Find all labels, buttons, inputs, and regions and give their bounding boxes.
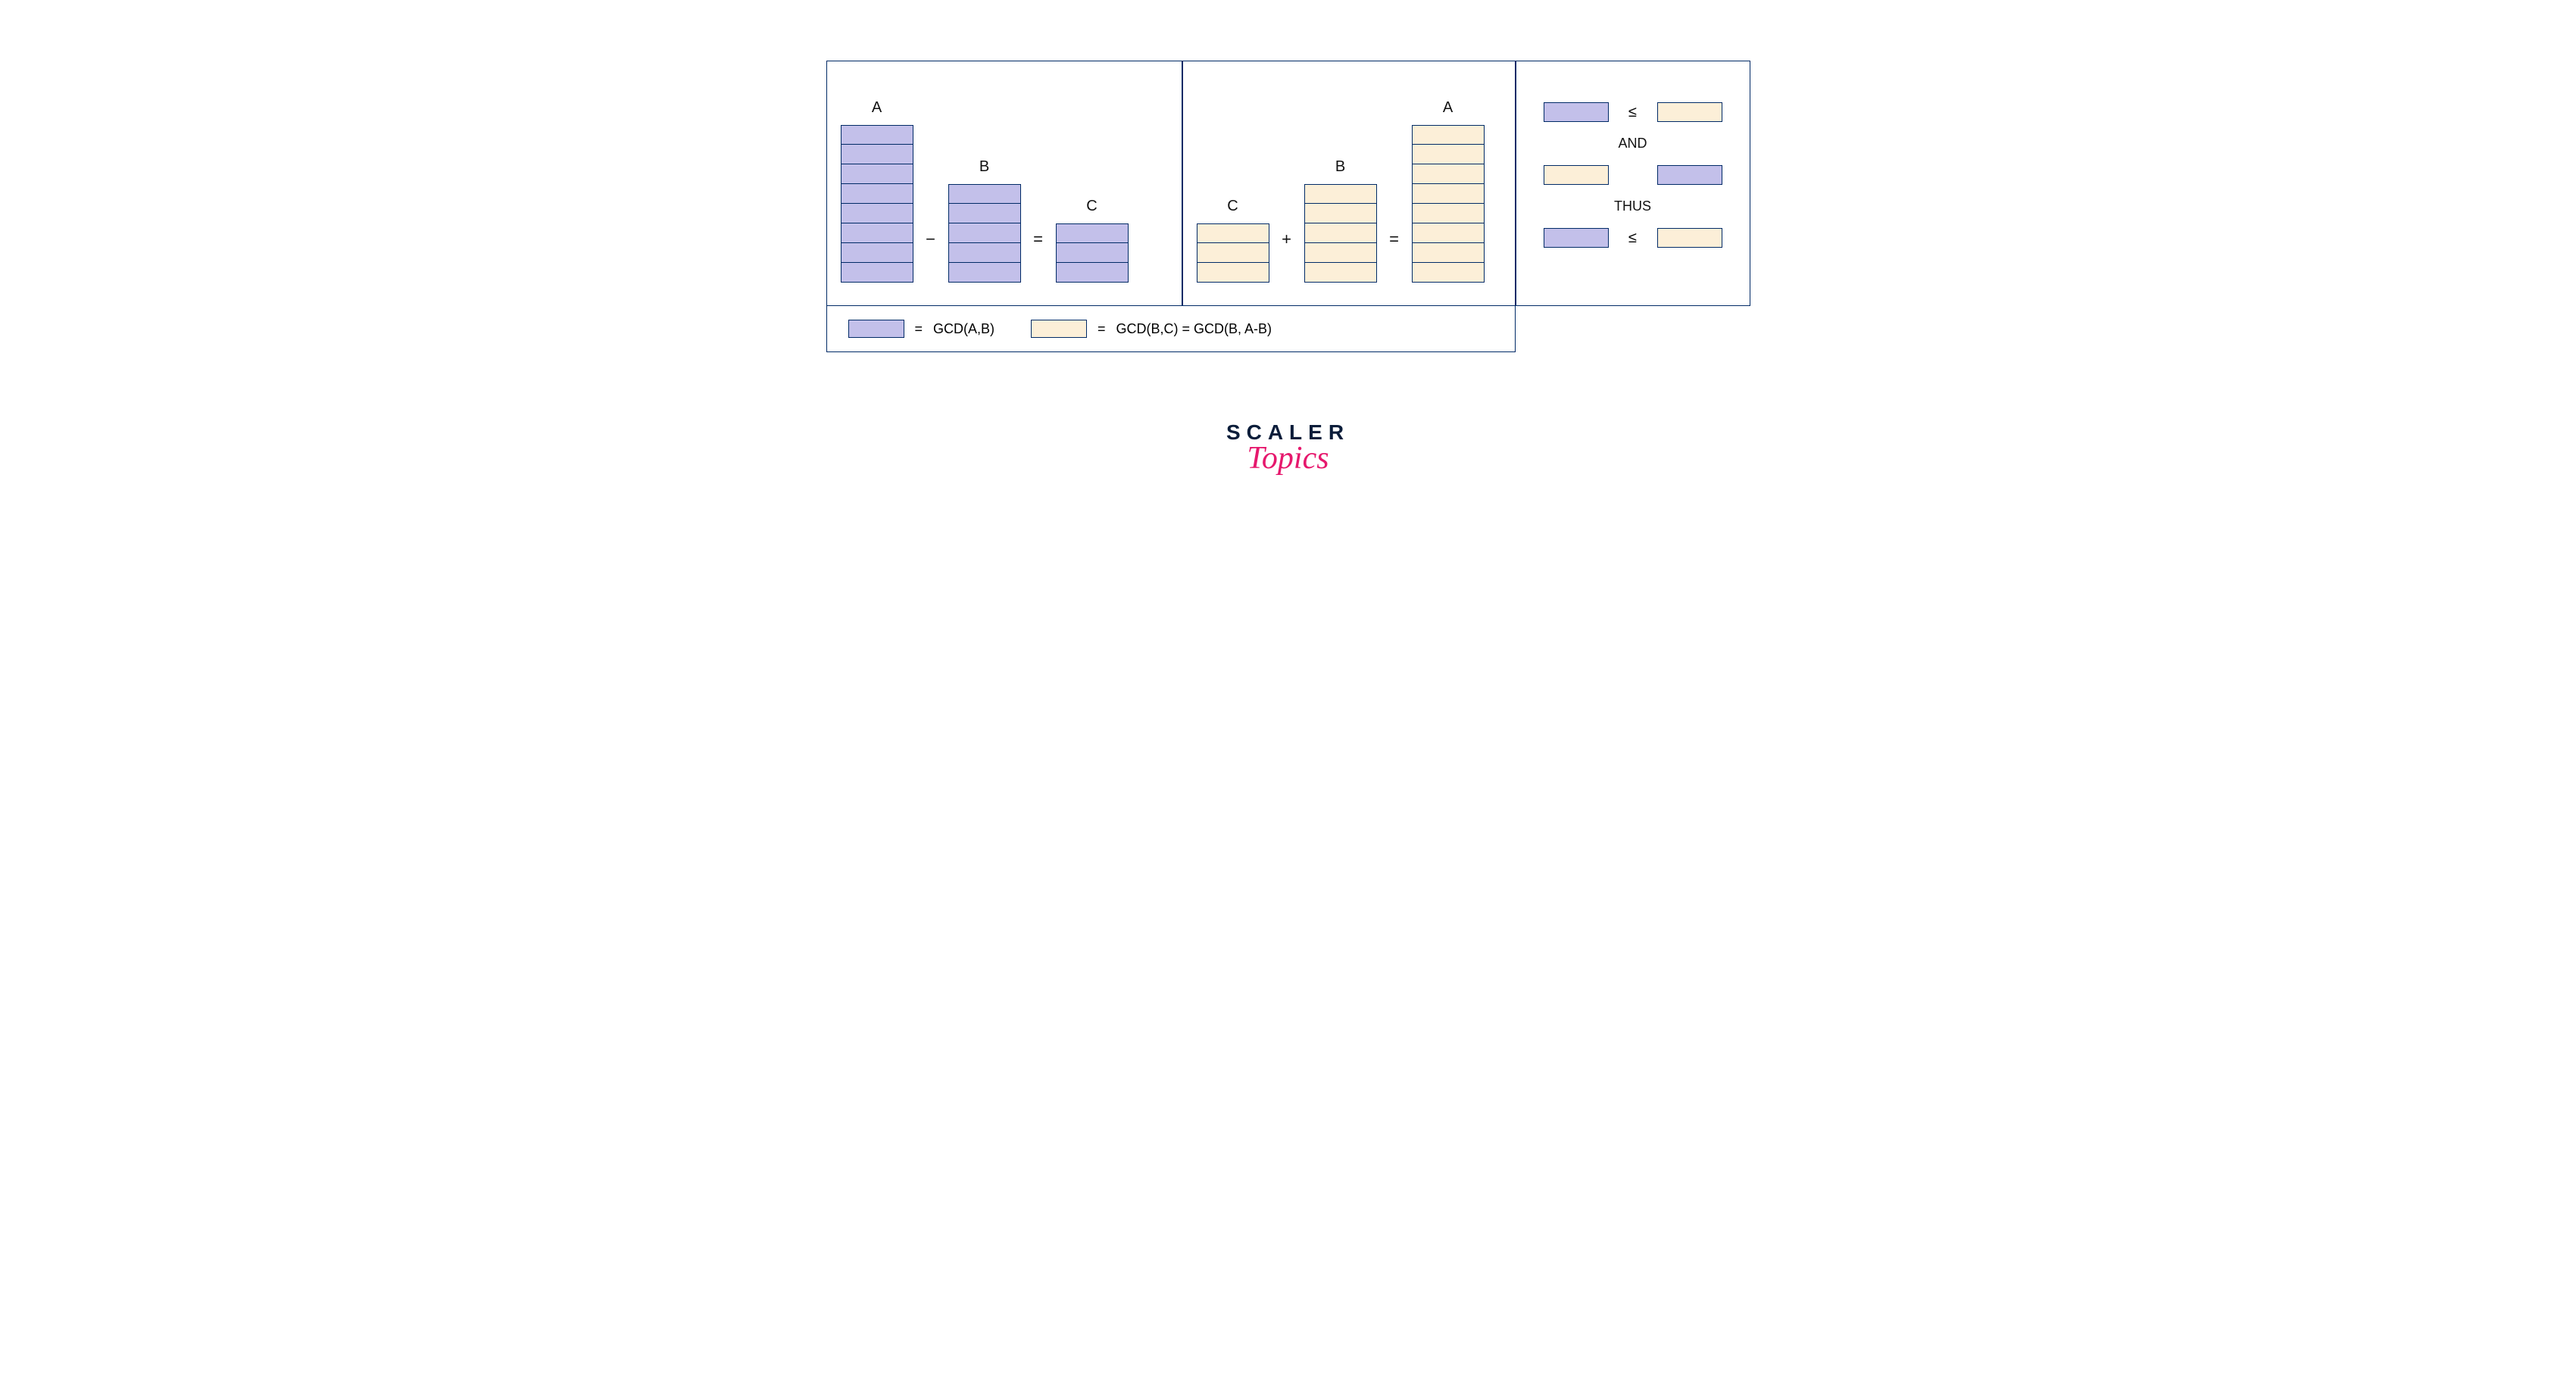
legend-row: = GCD(A,B) = GCD(B,C) = GCD(B, A-B) (826, 306, 1516, 352)
block (1197, 263, 1269, 283)
label-C2: C (1227, 198, 1238, 217)
stack-C2 (1197, 223, 1269, 283)
block (1412, 223, 1485, 243)
block (1412, 243, 1485, 263)
block (948, 243, 1021, 263)
legend-text-2: GCD(B,C) = GCD(B, A-B) (1116, 321, 1272, 337)
rel-leq-2: ≤ (1622, 230, 1644, 247)
label-A: A (872, 99, 882, 119)
block (1304, 204, 1377, 223)
chip-cream (1544, 165, 1609, 185)
block (1412, 184, 1485, 204)
col-C: C (1056, 198, 1129, 283)
scaler-topics-logo: SCALER Topics (1226, 420, 1350, 476)
minus-op: − (924, 230, 938, 249)
panels-row: A − B = C C (826, 61, 1750, 306)
block (1304, 263, 1377, 283)
block (841, 243, 913, 263)
block (1412, 164, 1485, 184)
label-B: B (979, 158, 989, 178)
block (841, 223, 913, 243)
bars-row-2: C + B = A (1197, 78, 1501, 283)
stack-C (1056, 223, 1129, 283)
block (841, 145, 913, 164)
word-and: AND (1618, 136, 1647, 152)
legend-chip-purple (848, 320, 904, 338)
bars-row-1: A − B = C (841, 78, 1168, 283)
label-A2: A (1443, 99, 1453, 119)
relation-row-3: ≤ (1530, 228, 1736, 248)
legend-eq-2: = (1098, 321, 1106, 337)
legend-eq-1: = (915, 321, 923, 337)
block (1412, 204, 1485, 223)
stack-A2 (1412, 125, 1485, 283)
relations-list: ≤ AND THUS ≤ (1530, 102, 1736, 248)
block (1197, 223, 1269, 243)
chip-purple (1657, 165, 1722, 185)
legend-item-purple: = GCD(A,B) (848, 320, 995, 338)
col-C2: C (1197, 198, 1269, 283)
chip-purple (1544, 102, 1609, 122)
legend-text-1: GCD(A,B) (933, 321, 994, 337)
block (841, 263, 913, 283)
col-A2: A (1412, 99, 1485, 283)
stack-B (948, 184, 1021, 283)
block (948, 223, 1021, 243)
block (948, 263, 1021, 283)
relation-row-2 (1530, 165, 1736, 185)
block (1056, 263, 1129, 283)
logo-line-2: Topics (1247, 440, 1329, 476)
gcd-euclid-diagram: A − B = C C (826, 61, 1750, 352)
block (1197, 243, 1269, 263)
stack-B2 (1304, 184, 1377, 283)
stack-A (841, 125, 913, 283)
chip-cream (1657, 228, 1722, 248)
block (1304, 223, 1377, 243)
col-A: A (841, 99, 913, 283)
block (1056, 243, 1129, 263)
panel-relations: ≤ AND THUS ≤ (1516, 61, 1750, 306)
block (841, 184, 913, 204)
col-B2: B (1304, 158, 1377, 283)
block (841, 164, 913, 184)
panel-addition: C + B = A (1182, 61, 1516, 306)
relation-row-1: ≤ (1530, 102, 1736, 122)
block (1412, 125, 1485, 145)
block (841, 125, 913, 145)
plus-op: + (1280, 230, 1294, 249)
word-thus: THUS (1614, 198, 1651, 214)
block (948, 204, 1021, 223)
block (1412, 145, 1485, 164)
block (1412, 263, 1485, 283)
block (1304, 184, 1377, 204)
col-B: B (948, 158, 1021, 283)
label-B2: B (1335, 158, 1345, 178)
rel-leq-1: ≤ (1622, 104, 1644, 121)
equals-op-2: = (1388, 230, 1401, 249)
legend-item-cream: = GCD(B,C) = GCD(B, A-B) (1031, 320, 1272, 338)
label-C: C (1086, 198, 1097, 217)
chip-purple (1544, 228, 1609, 248)
legend-chip-cream (1031, 320, 1087, 338)
equals-op: = (1032, 230, 1045, 249)
chip-cream (1657, 102, 1722, 122)
block (948, 184, 1021, 204)
block (1304, 243, 1377, 263)
panel-subtraction: A − B = C (826, 61, 1182, 306)
block (1056, 223, 1129, 243)
block (841, 204, 913, 223)
